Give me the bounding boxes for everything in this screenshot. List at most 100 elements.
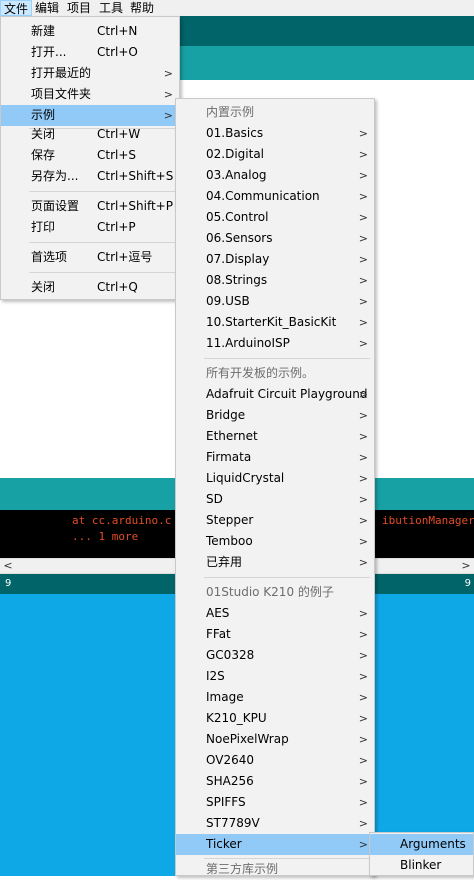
examples-submenu: 内置示例 01.Basics > 02.Digital > 03.Analog > 0…	[175, 98, 375, 876]
menu-separator	[29, 242, 175, 243]
menu-item-example[interactable]: Temboo >	[176, 531, 374, 552]
menu-item-example[interactable]: Firmata >	[176, 447, 374, 468]
menu-item-example[interactable]: 02.Digital >	[176, 144, 374, 165]
menu-item-label: NoePixelWrap	[206, 732, 289, 746]
menu-item-shortcut: Ctrl+N	[97, 24, 138, 38]
chevron-right-icon: >	[358, 649, 368, 662]
menu-item-example[interactable]: 03.Analog >	[176, 165, 374, 186]
menu-item-close[interactable]: 关闭 Ctrl+W	[1, 124, 179, 145]
menu-item-example[interactable]: 10.StarterKit_BasicKit >	[176, 312, 374, 333]
ticker-submenu: Arguments Blinker	[369, 832, 474, 876]
menu-item-label: Bridge	[206, 408, 246, 422]
menu-item-save[interactable]: 保存 Ctrl+S	[1, 145, 179, 166]
chevron-right-icon: >	[358, 127, 368, 140]
menu-section-header: 01Studio K210 的例子	[176, 582, 374, 603]
menu-item-shortcut: Ctrl+W	[97, 127, 141, 141]
menu-item-example[interactable]: 08.Strings >	[176, 270, 374, 291]
chevron-right-icon: >	[358, 316, 368, 329]
section-header-label: 01Studio K210 的例子	[206, 585, 334, 599]
menu-item-example[interactable]: 06.Sensors >	[176, 228, 374, 249]
menu-item-label: 09.USB	[206, 294, 250, 308]
menu-item-sketchbook[interactable]: 项目文件夹 >	[1, 84, 179, 105]
chevron-right-icon: >	[358, 754, 368, 767]
menu-item-label: AES	[206, 606, 230, 620]
menu-item-label: 04.Communication	[206, 189, 320, 203]
menu-item-example[interactable]: Ethernet >	[176, 426, 374, 447]
menu-item-example[interactable]: 07.Display >	[176, 249, 374, 270]
menu-item-examples[interactable]: 示例 >	[1, 105, 179, 126]
line-number-right: 9	[464, 578, 471, 589]
menu-item-example[interactable]: Adafruit Circuit Playground >	[176, 384, 374, 405]
menu-item-example[interactable]: 05.Control >	[176, 207, 374, 228]
menu-item-example[interactable]: K210_KPU >	[176, 708, 374, 729]
menu-item-label: SHA256	[206, 774, 254, 788]
menu-item-new[interactable]: 新建 Ctrl+N	[1, 21, 179, 42]
menu-item-example[interactable]: 09.USB >	[176, 291, 374, 312]
chevron-right-icon: >	[358, 556, 368, 569]
menu-item-quit[interactable]: 关闭 Ctrl+Q	[1, 277, 179, 298]
menu-item-label: SPIFFS	[206, 795, 246, 809]
menu-item-example[interactable]: SD >	[176, 489, 374, 510]
chevron-right-icon: >	[358, 775, 368, 788]
chevron-right-icon: >	[358, 190, 368, 203]
chevron-right-icon: >	[358, 817, 368, 830]
console-line: at cc.arduino.c	[72, 514, 172, 527]
menu-item-example[interactable]: 11.ArduinoISP >	[176, 333, 374, 354]
menu-file[interactable]: 文件	[0, 0, 33, 16]
menu-sketch[interactable]: 项目	[64, 0, 94, 16]
chevron-right-icon: >	[358, 337, 368, 350]
section-header-label: 所有开发板的示例。	[206, 366, 315, 380]
menu-item-example-ticker[interactable]: Ticker >	[176, 834, 374, 855]
menu-edit[interactable]: 编辑	[32, 0, 62, 16]
menu-section-header: 内置示例	[176, 102, 374, 123]
menu-item-example[interactable]: 已弃用 >	[176, 552, 374, 573]
menu-item-example[interactable]: ST7789V >	[176, 813, 374, 834]
menu-item-label: 页面设置	[31, 199, 80, 213]
menu-item-label: 03.Analog	[206, 168, 267, 182]
menu-item-preferences[interactable]: 首选项 Ctrl+逗号	[1, 247, 179, 268]
menu-item-open[interactable]: 打开... Ctrl+O	[1, 42, 179, 63]
menu-item-example[interactable]: Bridge >	[176, 405, 374, 426]
chevron-right-icon: >	[358, 535, 368, 548]
menu-separator	[204, 358, 370, 359]
menu-item-label: SD	[206, 492, 223, 506]
chevron-right-icon: >	[358, 430, 368, 443]
menu-item-label: FFat	[206, 627, 231, 641]
menu-item-label: 02.Digital	[206, 147, 265, 161]
menu-item-print[interactable]: 打印 Ctrl+P	[1, 217, 179, 238]
menu-item-example[interactable]: I2S >	[176, 666, 374, 687]
menu-separator	[204, 577, 370, 578]
menu-item-example[interactable]: AES >	[176, 603, 374, 624]
menu-item-example[interactable]: OV2640 >	[176, 750, 374, 771]
menu-item-example[interactable]: SHA256 >	[176, 771, 374, 792]
menu-item-label: OV2640	[206, 753, 254, 767]
menu-item-example[interactable]: 01.Basics >	[176, 123, 374, 144]
menu-help[interactable]: 帮助	[127, 0, 157, 16]
menu-tools[interactable]: 工具	[96, 0, 126, 16]
menu-item-example[interactable]: LiquidCrystal >	[176, 468, 374, 489]
menu-item-example[interactable]: FFat >	[176, 624, 374, 645]
scroll-left-icon[interactable]: <	[0, 559, 16, 573]
chevron-right-icon: >	[358, 472, 368, 485]
menu-item-example[interactable]: GC0328 >	[176, 645, 374, 666]
menu-item-save-as[interactable]: 另存为... Ctrl+Shift+S	[1, 166, 179, 187]
menu-item-example[interactable]: SPIFFS >	[176, 792, 374, 813]
menu-item-example[interactable]: NoePixelWrap >	[176, 729, 374, 750]
menu-item-arguments[interactable]: Arguments	[370, 834, 473, 855]
scroll-right-icon[interactable]: >	[458, 559, 474, 573]
menu-item-example[interactable]: 04.Communication >	[176, 186, 374, 207]
menu-section-header: 第三方库示例	[176, 859, 374, 880]
chevron-right-icon: >	[358, 670, 368, 683]
section-header-label: 内置示例	[206, 105, 255, 119]
menu-item-open-recent[interactable]: 打开最近的 >	[1, 63, 179, 84]
menu-item-blinker[interactable]: Blinker	[370, 855, 473, 876]
menu-item-label: Ethernet	[206, 429, 258, 443]
menu-item-example[interactable]: Stepper >	[176, 510, 374, 531]
chevron-right-icon: >	[358, 169, 368, 182]
menu-item-example[interactable]: Image >	[176, 687, 374, 708]
menu-item-page-setup[interactable]: 页面设置 Ctrl+Shift+P	[1, 196, 179, 217]
chevron-right-icon: >	[358, 253, 368, 266]
chevron-right-icon: >	[358, 409, 368, 422]
menu-item-shortcut: Ctrl+O	[97, 45, 138, 59]
console-line-right: ibutionManagerUI	[382, 514, 474, 527]
